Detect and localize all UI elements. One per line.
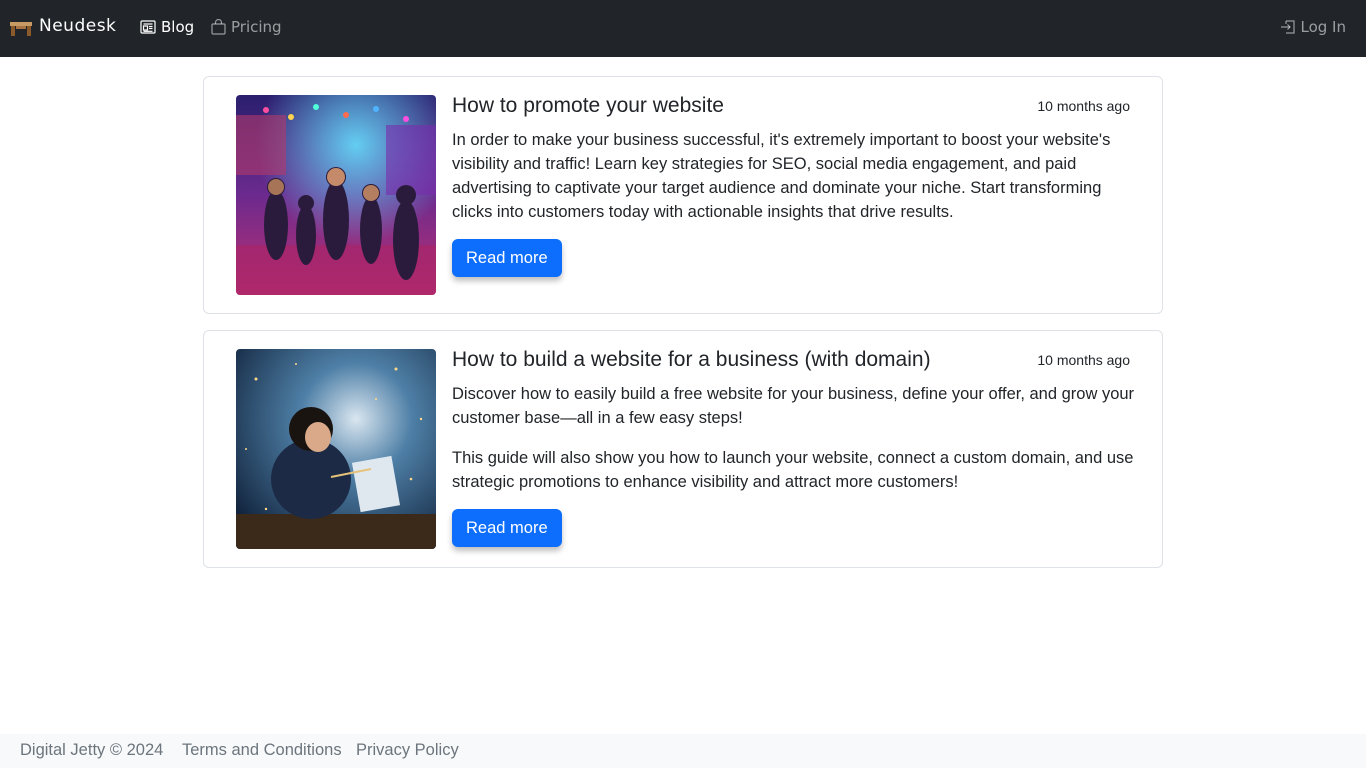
login-icon bbox=[1280, 20, 1295, 34]
post-excerpt: This guide will also show you how to lau… bbox=[452, 449, 1134, 491]
nav-login[interactable]: Log In bbox=[1280, 16, 1347, 38]
post-card: How to build a website for a business (w… bbox=[203, 330, 1163, 568]
footer-privacy-link[interactable]: Privacy Policy bbox=[356, 741, 459, 760]
read-more-button[interactable]: Read more bbox=[452, 509, 562, 547]
top-navbar: Neudesk Blog Pricing Log In bbox=[0, 0, 1366, 57]
nav-pricing-label: Pricing bbox=[231, 18, 282, 36]
post-thumbnail[interactable] bbox=[236, 95, 436, 295]
bag-icon bbox=[211, 19, 226, 35]
footer: Digital Jetty © 2024 Terms and Condition… bbox=[0, 734, 1366, 768]
neon-party-illustration bbox=[236, 95, 436, 295]
post-excerpt: In order to make your business successfu… bbox=[452, 131, 1111, 221]
post-title[interactable]: How to build a website for a business (w… bbox=[452, 348, 931, 372]
post-timestamp: 10 months ago bbox=[1037, 98, 1130, 114]
newspaper-icon bbox=[140, 20, 156, 34]
artist-painting-illustration bbox=[236, 349, 436, 549]
post-timestamp: 10 months ago bbox=[1037, 352, 1130, 368]
post-card: How to promote your website 10 months ag… bbox=[203, 76, 1163, 314]
nav-blog[interactable]: Blog bbox=[140, 16, 194, 38]
nav-pricing[interactable]: Pricing bbox=[211, 16, 282, 38]
post-title[interactable]: How to promote your website bbox=[452, 94, 724, 118]
read-more-button[interactable]: Read more bbox=[452, 239, 562, 277]
brand-link[interactable]: Neudesk bbox=[10, 14, 116, 38]
desk-icon bbox=[10, 22, 32, 36]
footer-terms-link[interactable]: Terms and Conditions bbox=[182, 741, 342, 760]
nav-blog-label: Blog bbox=[161, 18, 195, 36]
post-thumbnail[interactable] bbox=[236, 349, 436, 549]
nav-login-label: Log In bbox=[1300, 18, 1347, 36]
brand-name: Neudesk bbox=[39, 16, 117, 36]
post-excerpt: Discover how to easily build a free webs… bbox=[452, 385, 1135, 427]
footer-copyright: Digital Jetty © 2024 bbox=[20, 741, 164, 759]
